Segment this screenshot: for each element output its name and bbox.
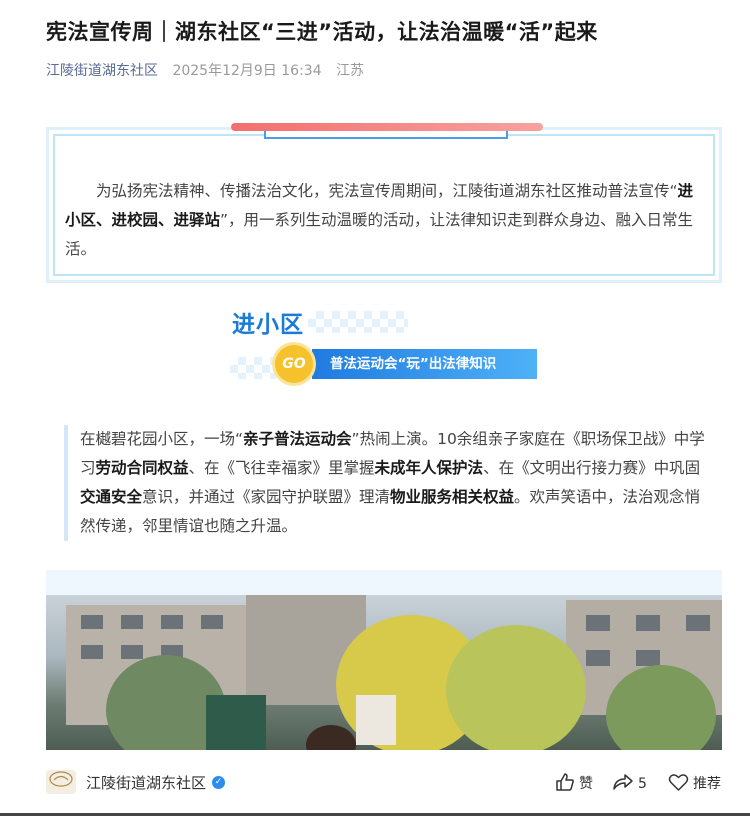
article-title: 宪法宣传周｜湖东社区“三进”活动，让法治温暖“活”起来 bbox=[46, 20, 598, 44]
article-meta: 江陵街道湖东社区 2025年12月9日 16:34 江苏 bbox=[46, 60, 364, 80]
intro-text-part: 为弘扬宪法精神、传播法治文化，宪法宣传周期间，江陵街道湖东社区推动普法宣传“ bbox=[96, 182, 678, 200]
intro-text: 为弘扬宪法精神、传播法治文化，宪法宣传周期间，江陵街道湖东社区推动普法宣传“进小… bbox=[65, 177, 703, 264]
photo-frame bbox=[46, 570, 722, 750]
heart-icon bbox=[668, 774, 689, 791]
paragraph-text: 、在《飞往幸福家》里掌握 bbox=[188, 459, 375, 477]
sign-board bbox=[356, 695, 396, 745]
paragraph-bold: 物业服务相关权益 bbox=[390, 488, 515, 506]
share-count: 5 bbox=[638, 776, 647, 792]
share-icon bbox=[613, 774, 633, 790]
publish-date: 2025年12月9日 16:34 bbox=[172, 63, 322, 79]
paragraph-text: 、在《文明出行接力赛》中巩固 bbox=[483, 459, 701, 477]
intro-red-bar bbox=[231, 123, 543, 131]
tree bbox=[446, 625, 586, 750]
window bbox=[121, 615, 143, 629]
window bbox=[81, 645, 103, 659]
checker-decoration bbox=[230, 357, 276, 379]
section-title: 进小区 bbox=[232, 312, 304, 338]
window bbox=[636, 650, 660, 666]
logo-mark-icon bbox=[49, 771, 73, 787]
window bbox=[121, 645, 143, 659]
paragraph-bold: 交通安全 bbox=[80, 488, 143, 506]
window bbox=[636, 615, 660, 631]
like-label: 赞 bbox=[579, 776, 593, 792]
event-photo[interactable] bbox=[46, 595, 722, 750]
recommend-label: 推荐 bbox=[693, 776, 721, 792]
publish-location: 江苏 bbox=[336, 63, 365, 79]
like-button[interactable]: 赞 bbox=[555, 772, 593, 793]
section-subtitle: 普法运动会“玩”出法律知识 bbox=[330, 356, 497, 372]
window bbox=[686, 615, 710, 631]
window bbox=[586, 615, 610, 631]
window bbox=[201, 615, 223, 629]
paragraph-text: 意识，并通过《家园守护联盟》理清 bbox=[142, 488, 391, 506]
verified-icon: ✓ bbox=[212, 776, 225, 789]
intro-box: 为弘扬宪法精神、传播法治文化，宪法宣传周期间，江陵街道湖东社区推动普法宣传“进小… bbox=[46, 123, 722, 283]
go-badge: GO bbox=[275, 345, 313, 383]
thumbs-up-icon bbox=[556, 773, 574, 791]
content-paragraph: 在樾碧花园小区，一场“亲子普法运动会”热闹上演。10余组亲子家庭在《职场保卫战》… bbox=[64, 425, 714, 541]
person-head bbox=[306, 725, 356, 750]
paragraph-text: 在樾碧花园小区，一场“ bbox=[80, 430, 244, 448]
bottom-bar: 江陵街道湖东社区 ✓ 赞 5 推荐 bbox=[0, 750, 750, 816]
paragraph-bold: 未成年人保护法 bbox=[374, 459, 484, 477]
tent bbox=[206, 695, 266, 750]
section-subtitle-bar: 普法运动会“玩”出法律知识 bbox=[312, 349, 537, 379]
section-header: 进小区 普法运动会“玩”出法律知识 GO bbox=[230, 305, 550, 385]
paragraph-bold: 亲子普法运动会 bbox=[243, 430, 352, 448]
window bbox=[81, 615, 103, 629]
recommend-button[interactable]: 推荐 bbox=[668, 772, 721, 793]
checker-decoration bbox=[308, 311, 408, 333]
community-logo-icon[interactable] bbox=[46, 770, 76, 794]
paragraph-bold: 劳动合同权益 bbox=[95, 459, 189, 477]
share-button[interactable]: 5 bbox=[612, 772, 647, 792]
footer-account-name[interactable]: 江陵街道湖东社区 bbox=[86, 772, 206, 793]
window bbox=[586, 650, 610, 666]
window bbox=[161, 615, 183, 629]
account-link[interactable]: 江陵街道湖东社区 bbox=[46, 63, 158, 79]
